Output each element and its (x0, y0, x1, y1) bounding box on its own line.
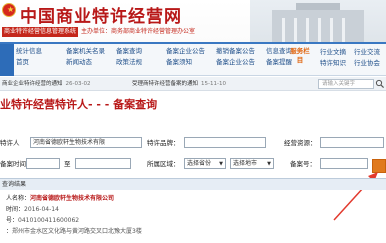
building-column (294, 18, 297, 42)
result-date-value: 2016-04-14 (24, 206, 59, 213)
date-to-label: 至 (64, 160, 71, 168)
nav-item-franchise-knowledge[interactable]: 特许知识 (316, 58, 350, 68)
site-title: 中国商业特许经营网 (20, 7, 182, 27)
result-address-value: 郑州市金水区文化路与黄河路交叉口北豫大厦3楼 (12, 228, 142, 235)
nav-item-industry-digest[interactable]: 行业文摘 (316, 47, 350, 57)
main-navigation: 统计信息 备案机关名录 备案查询 备案企业公告 撤销备案公告 信息查询 首页 新… (0, 42, 386, 76)
franchisor-input-value: 河南省德欧轩生物技术有限 (33, 139, 106, 146)
result-record-label: 号： (6, 217, 19, 224)
nav-item-statistics[interactable]: 统计信息 (16, 46, 66, 56)
nav-item-enterprise-notice-2[interactable]: 备案企业公告 (216, 57, 266, 67)
date-from-input[interactable] (26, 158, 60, 169)
city-select-value: 选择地市 (233, 160, 258, 167)
nav-service-column[interactable]: 服务栏目 (290, 47, 310, 65)
nav-item-authority-list[interactable]: 备案机关名录 (66, 46, 116, 56)
result-name-value[interactable]: 河南省德欧轩生物技术有限公司 (30, 195, 114, 202)
nav-item-enterprise-notice[interactable]: 备案企业公告 (166, 46, 216, 56)
notice-item-date: 15-11-10 (201, 81, 226, 87)
notice-item-text: 受理商特许经营备案的通知 (132, 81, 199, 87)
building-column (330, 18, 333, 42)
result-name-row: 人名称：河南省德欧轩生物技术有限公司 (6, 195, 114, 203)
nav-right-menu: 行业文摘 行业交流 特许知识 行业协会 (316, 47, 386, 68)
star-icon: ★ (7, 5, 15, 14)
site-header: ★ 中国商业特许经营网 商业特许经营信息管理系统 主办单位：商务部商业特许经营管… (0, 0, 386, 42)
notice-item-date: 26-03-02 (65, 81, 91, 87)
notice-item[interactable]: 商业企业特许经营的通知 26-03-02 (2, 80, 90, 88)
franchisor-label: 特许人 (0, 139, 20, 147)
sponsor-text: 主办单位：商务部商业特许经营管理办公室 (81, 28, 196, 35)
results-header-bar: 查询结果 (0, 178, 386, 190)
record-no-label: 备案号： (290, 160, 316, 168)
building-column (318, 18, 321, 42)
nav-item-news[interactable]: 新闻动态 (66, 57, 116, 67)
section-heading: 业特许经营特许人- - - 备案查询 (0, 93, 386, 121)
notice-item-text: 商业企业特许经营的通知 (2, 81, 63, 87)
resource-input[interactable] (320, 137, 384, 148)
province-select[interactable]: 选择省份 ▼ (184, 158, 226, 169)
result-date-label: 时间： (6, 206, 25, 213)
nav-item-revoke-notice[interactable]: 撤销备案公告 (216, 46, 266, 56)
page-title: 业特许经营特许人- - - 备案查询 (0, 98, 158, 111)
result-name-label: 人名称： (6, 195, 31, 202)
city-select[interactable]: 选择地市 ▼ (230, 158, 274, 169)
system-subtitle: 商业特许经营信息管理系统 (2, 27, 79, 37)
header-subbar: 商业特许经营信息管理系统 主办单位：商务部商业特许经营管理办公室 (2, 27, 195, 37)
building-column (306, 18, 309, 42)
result-record-value: 0410100411600062 (18, 217, 80, 224)
results-header: 查询结果 (2, 181, 27, 188)
building-column (342, 18, 345, 42)
nav-menu-grid: 统计信息 备案机关名录 备案查询 备案企业公告 撤销备案公告 信息查询 首页 新… (16, 46, 316, 67)
brand-input[interactable] (184, 137, 266, 148)
date-to-input[interactable] (75, 158, 131, 169)
nav-item-industry-association[interactable]: 行业协会 (350, 58, 384, 68)
franchisor-input[interactable]: 河南省德欧轩生物技术有限 (30, 137, 142, 148)
site-search-input[interactable]: 请输入关键字 (318, 79, 374, 89)
result-address-row: ：郑州市金水区文化路与黄河路交叉口北豫大厦3楼 (6, 228, 142, 236)
page: ★ 中国商业特许经营网 商业特许经营信息管理系统 主办单位：商务部商业特许经营管… (0, 0, 386, 243)
nav-item-home[interactable]: 首页 (16, 57, 66, 67)
chevron-down-icon: ▼ (267, 161, 271, 167)
nav-item-policy[interactable]: 政策法规 (116, 57, 166, 67)
result-date-row: 时间：2016-04-14 (6, 206, 59, 214)
chevron-down-icon: ▼ (219, 161, 223, 167)
search-placeholder: 请输入关键字 (322, 81, 356, 87)
building-banner-image (250, 0, 386, 42)
nav-item-record-guide[interactable]: 备案须知 (166, 57, 216, 67)
search-icon[interactable] (375, 79, 385, 89)
nav-item-record-query[interactable]: 备案查询 (116, 46, 166, 56)
notice-item[interactable]: 受理商特许经营备案的通知 15-11-10 (132, 80, 226, 88)
nav-item-industry-exchange[interactable]: 行业交流 (350, 47, 384, 57)
result-record-row: 号：0410100411600062 (6, 217, 79, 225)
notice-bar: 商业企业特许经营的通知 26-03-02 受理商特许经营备案的通知 15-11-10… (0, 77, 386, 91)
national-emblem-icon: ★ (2, 3, 16, 17)
red-arrow-annotation-icon (333, 172, 378, 221)
nav-accent-bar (0, 44, 14, 76)
brand-label: 特许品牌： (147, 139, 180, 147)
province-select-value: 选择省份 (187, 160, 212, 167)
resource-label: 经营资源： (284, 139, 317, 147)
region-label: 所属区域： (147, 160, 180, 168)
building-column (282, 18, 285, 42)
